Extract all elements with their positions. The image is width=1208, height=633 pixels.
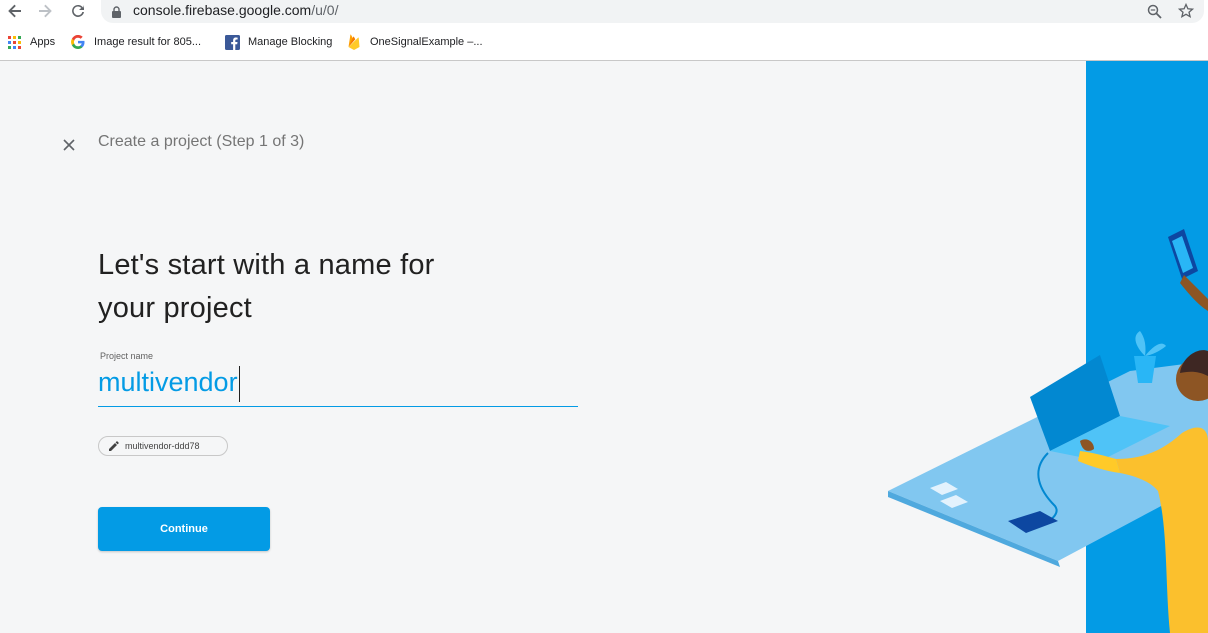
bookmark-manage-blocking[interactable]: Manage Blocking bbox=[224, 33, 332, 51]
page-heading: Let's start with a name for your project bbox=[98, 244, 518, 330]
project-name-label: Project name bbox=[100, 351, 154, 361]
bookmark-label: Image result for 805... bbox=[94, 36, 201, 48]
step-indicator: Create a project (Step 1 of 3) bbox=[98, 133, 305, 150]
close-icon[interactable] bbox=[60, 136, 78, 154]
text-caret bbox=[238, 366, 240, 402]
continue-button[interactable]: Continue bbox=[98, 507, 270, 551]
browser-toolbar: console.firebase.google.com/u/0/ bbox=[0, 0, 1208, 24]
heading-line-2: your project bbox=[98, 292, 252, 324]
back-arrow-icon[interactable] bbox=[4, 0, 26, 22]
reload-icon[interactable] bbox=[67, 0, 89, 22]
forward-arrow-icon[interactable] bbox=[34, 0, 56, 22]
project-illustration bbox=[888, 61, 1208, 633]
project-name-value: multivendor bbox=[98, 367, 238, 398]
bookmark-label: OneSignalExample –... bbox=[370, 36, 483, 48]
bookmark-label: Apps bbox=[30, 36, 56, 48]
facebook-icon bbox=[224, 34, 240, 50]
url-host: console.firebase.google.com bbox=[133, 2, 312, 18]
pencil-icon bbox=[108, 440, 120, 452]
project-id-chip[interactable]: multivendor-ddd78 bbox=[98, 436, 228, 456]
lock-icon bbox=[112, 5, 121, 18]
bookmarks-bar: Apps Image result for 805... Manage Bloc… bbox=[0, 24, 1208, 61]
project-name-input[interactable]: multivendor bbox=[98, 364, 578, 407]
zoom-icon[interactable] bbox=[1145, 2, 1163, 20]
bookmark-apps[interactable]: Apps bbox=[6, 33, 55, 51]
apps-grid-icon bbox=[6, 34, 22, 50]
url-path: /u/0/ bbox=[311, 2, 339, 18]
bookmark-onesignal[interactable]: OneSignalExample –... bbox=[346, 33, 483, 51]
heading-line-1: Let's start with a name for bbox=[98, 249, 435, 281]
bookmark-label: Manage Blocking bbox=[248, 36, 333, 48]
bookmark-image-result[interactable]: Image result for 805... bbox=[70, 33, 201, 51]
address-bar[interactable]: console.firebase.google.com/u/0/ bbox=[101, 0, 1204, 23]
project-id-text: multivendor-ddd78 bbox=[125, 441, 200, 451]
url-text: console.firebase.google.com/u/0/ bbox=[133, 2, 338, 18]
firebase-icon bbox=[346, 34, 362, 50]
google-icon bbox=[70, 34, 86, 50]
bookmark-star-icon[interactable] bbox=[1177, 2, 1195, 20]
